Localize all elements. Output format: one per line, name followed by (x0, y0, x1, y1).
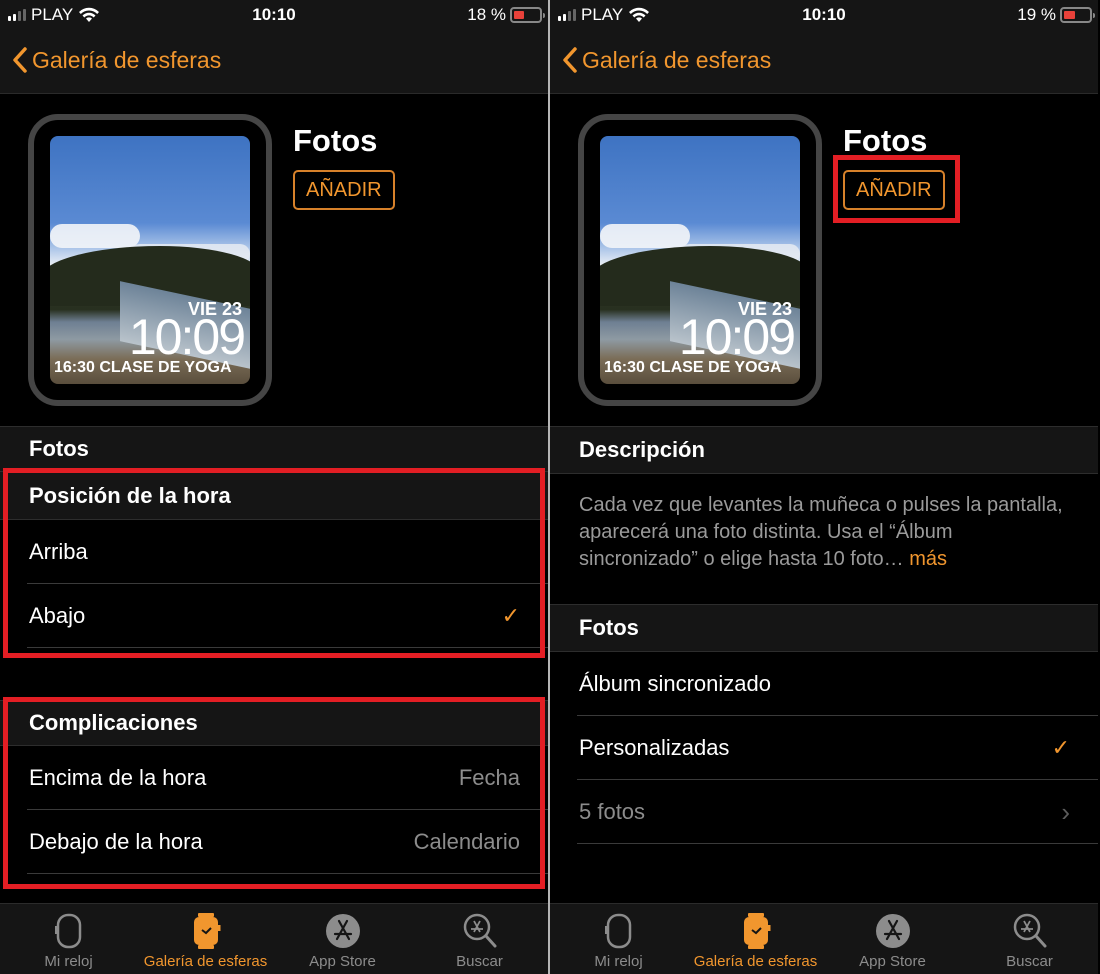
tab-label: Mi reloj (594, 953, 643, 970)
face-event: 16:30 CLASE DE YOGA (604, 359, 782, 376)
battery-icon (1060, 7, 1095, 23)
face-preview-area: VIE 23 10:09 16:30 CLASE DE YOGA Fotos A… (550, 95, 1098, 425)
option-label: Arriba (29, 539, 88, 564)
photos-count-row[interactable]: 5 fotos › (550, 780, 1098, 844)
photo-cloud (50, 224, 140, 248)
complication-label: Encima de la hora (29, 765, 207, 790)
option-label: Álbum sincronizado (579, 671, 771, 696)
checkmark-icon: ✓ (1051, 735, 1070, 760)
section-header-fotos: Fotos (0, 426, 548, 472)
description-text: Cada vez que levantes la muñeca o pulses… (579, 494, 1063, 570)
battery-percent: 19 % (1017, 5, 1056, 24)
face-preview-area: VIE 23 10:09 16:30 CLASE DE YOGA Fotos A… (0, 95, 548, 425)
section-header-photos: Fotos (550, 604, 1098, 652)
section-header-complications: Complicaciones (0, 700, 548, 746)
status-time: 10:10 (252, 5, 296, 24)
checkmark-icon: ✓ (501, 603, 520, 628)
watch-face-gallery-icon (743, 913, 770, 949)
face-time: 10:09 (128, 309, 246, 365)
tab-face-gallery[interactable]: Galería de esferas (687, 904, 824, 974)
phone-screen-left: PLAY 10:10 18 % Galería de esferas VIE 2… (0, 0, 548, 974)
option-row-custom[interactable]: Personalizadas ✓ (550, 716, 1098, 780)
battery-icon (510, 7, 545, 23)
chevron-left-icon (563, 47, 577, 73)
chevron-right-icon: › (1061, 796, 1070, 827)
photos-count-label: 5 fotos (579, 799, 646, 824)
status-bar: PLAY 10:10 19 % (550, 0, 1098, 32)
phone-screen-right: PLAY 10:10 19 % Galería de esferas VIE 2… (550, 0, 1098, 974)
battery-fill (1064, 11, 1075, 19)
tab-face-gallery[interactable]: Galería de esferas (137, 904, 274, 974)
photo-face: VIE 23 10:09 16:30 CLASE DE YOGA (50, 136, 250, 384)
tab-app-store[interactable]: App Store (274, 904, 411, 974)
watch-face-preview: VIE 23 10:09 16:30 CLASE DE YOGA (28, 114, 272, 406)
tab-label: Galería de esferas (143, 953, 268, 970)
tab-my-watch[interactable]: Mi reloj (0, 904, 137, 974)
section-header-time-position: Posición de la hora (0, 472, 548, 520)
option-row-synced-album[interactable]: Álbum sincronizado (550, 652, 1098, 716)
face-description: Cada vez que levantes la muñeca o pulses… (579, 492, 1074, 573)
battery-fill (514, 11, 524, 19)
navigation-bar: Galería de esferas (550, 32, 1098, 94)
photo-cloud (600, 224, 690, 248)
watch-face-gallery-icon (193, 913, 220, 949)
complication-value: Fecha (458, 765, 520, 790)
add-face-button[interactable]: AÑADIR (293, 170, 395, 210)
tab-bar: Mi reloj Galería de esferas App Store Bu… (550, 903, 1098, 974)
navigation-bar: Galería de esferas (0, 32, 548, 94)
complication-value: Calendario (413, 829, 520, 854)
complication-row-below[interactable]: Debajo de la hora Calendario (0, 810, 548, 874)
search-icon (1013, 913, 1046, 948)
tab-bar: Mi reloj Galería de esferas App Store Bu… (0, 903, 548, 974)
add-face-button[interactable]: AÑADIR (843, 170, 945, 210)
tab-label: App Store (859, 953, 926, 970)
option-label: Personalizadas (579, 735, 730, 760)
search-icon (463, 913, 496, 948)
section-header-description: Descripción (550, 426, 1098, 474)
face-time: 10:09 (678, 309, 796, 365)
tab-search[interactable]: Buscar (961, 904, 1098, 974)
watch-outline-icon (604, 913, 631, 949)
status-time: 10:10 (802, 5, 846, 24)
tab-label: Galería de esferas (693, 953, 818, 970)
face-event: 16:30 CLASE DE YOGA (54, 359, 232, 376)
tab-label: Mi reloj (44, 953, 93, 970)
complication-row-above[interactable]: Encima de la hora Fecha (0, 746, 548, 810)
face-title: Fotos (293, 123, 378, 158)
back-button[interactable]: Galería de esferas (562, 46, 771, 74)
app-store-icon (875, 914, 910, 948)
option-label: Abajo (29, 603, 86, 628)
battery-percent: 18 % (467, 5, 506, 24)
watch-outline-icon (54, 913, 81, 949)
more-link[interactable]: más (909, 548, 947, 570)
back-button-label: Galería de esferas (32, 46, 222, 73)
tab-label: Buscar (456, 953, 503, 970)
face-title: Fotos (843, 123, 928, 158)
tab-label: App Store (309, 953, 376, 970)
tab-search[interactable]: Buscar (411, 904, 548, 974)
option-row-abajo[interactable]: Abajo ✓ (0, 584, 548, 648)
back-button-label: Galería de esferas (582, 46, 772, 73)
complication-label: Debajo de la hora (29, 829, 203, 854)
option-row-arriba[interactable]: Arriba (0, 520, 548, 584)
photo-face: VIE 23 10:09 16:30 CLASE DE YOGA (600, 136, 800, 384)
status-bar: PLAY 10:10 18 % (0, 0, 548, 32)
tab-label: Buscar (1006, 953, 1053, 970)
back-button[interactable]: Galería de esferas (12, 46, 221, 74)
tab-app-store[interactable]: App Store (824, 904, 961, 974)
chevron-left-icon (13, 47, 27, 73)
watch-face-preview: VIE 23 10:09 16:30 CLASE DE YOGA (578, 114, 822, 406)
tab-my-watch[interactable]: Mi reloj (550, 904, 687, 974)
app-store-icon (325, 914, 360, 948)
